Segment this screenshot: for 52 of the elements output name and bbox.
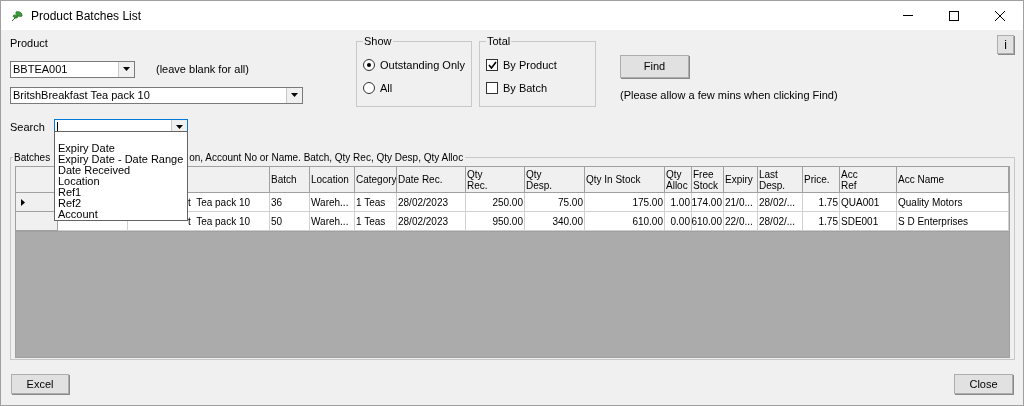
excel-button[interactable]: Excel: [11, 374, 69, 394]
table-cell: 950.00: [466, 212, 525, 231]
text-cursor: [57, 121, 58, 133]
table-cell: 50: [270, 212, 310, 231]
table-cell: 1 Teas: [355, 212, 397, 231]
radio-button[interactable]: [363, 58, 375, 71]
window-title: Product Batches List: [31, 7, 142, 25]
table-cell: 0.00: [665, 212, 692, 231]
caret-icon: [123, 67, 130, 71]
table-cell: 340.00: [525, 212, 585, 231]
minimize-icon: [903, 15, 913, 16]
dropdown-arrow-button[interactable]: [118, 61, 134, 77]
checkbox[interactable]: [486, 58, 498, 71]
dropdown-arrow-button[interactable]: [286, 87, 302, 103]
table-cell: SDE001: [840, 212, 897, 231]
caret-icon: [176, 125, 183, 129]
table-cell: 1.75: [803, 212, 840, 231]
row-header[interactable]: [16, 212, 58, 231]
show-group-title: Show: [363, 34, 393, 49]
product-description-combo[interactable]: BritshBreakfast Tea pack 10: [10, 86, 303, 104]
checkbox[interactable]: [486, 82, 498, 95]
radio-label: All: [380, 81, 393, 96]
checkbox-label: By Batch: [503, 81, 548, 96]
dropdown-option[interactable]: Location: [58, 176, 187, 187]
info-button[interactable]: i: [997, 35, 1014, 54]
radio-button[interactable]: [363, 82, 375, 95]
hint-text: (leave blank for all): [156, 61, 249, 77]
leaf-icon: [11, 9, 23, 22]
table-cell: 28/02/...: [758, 212, 803, 231]
search-label: Search: [10, 119, 46, 135]
product-code-combo[interactable]: BBTEA001: [10, 60, 135, 78]
maximize-icon: [949, 10, 959, 21]
group-title: Batches: [13, 151, 52, 165]
total-group-title: Total: [486, 34, 512, 49]
table-cell: 28/02/2023: [397, 212, 466, 231]
close-button[interactable]: Close: [954, 374, 1013, 394]
table-cell: 22/0...: [724, 212, 758, 231]
table-cell: 610.00: [585, 212, 665, 231]
dropdown-option[interactable]: Date Received: [58, 165, 187, 176]
close-icon: [995, 10, 1005, 21]
dropdown-option[interactable]: Expiry Date: [58, 143, 187, 154]
table-cell: 610.00: [692, 212, 724, 231]
caret-icon: [291, 93, 298, 97]
table-cell: S D Enterprises: [897, 212, 1009, 231]
radio-label: Outstanding Only: [380, 57, 465, 73]
table-cell: Wareh...: [310, 212, 355, 231]
find-button[interactable]: Find: [620, 55, 689, 78]
checkbox-label: By Product: [503, 57, 557, 73]
dropdown-option[interactable]: Expiry Date - Date Range: [58, 154, 187, 165]
find-note: (Please allow a few mins when clicking Find): [620, 88, 838, 103]
product-label: Product: [10, 36, 49, 51]
group-title: on, Account No or Name. Batch, Qty Rec, Qty Desp, Qty Alloc: [189, 151, 465, 165]
